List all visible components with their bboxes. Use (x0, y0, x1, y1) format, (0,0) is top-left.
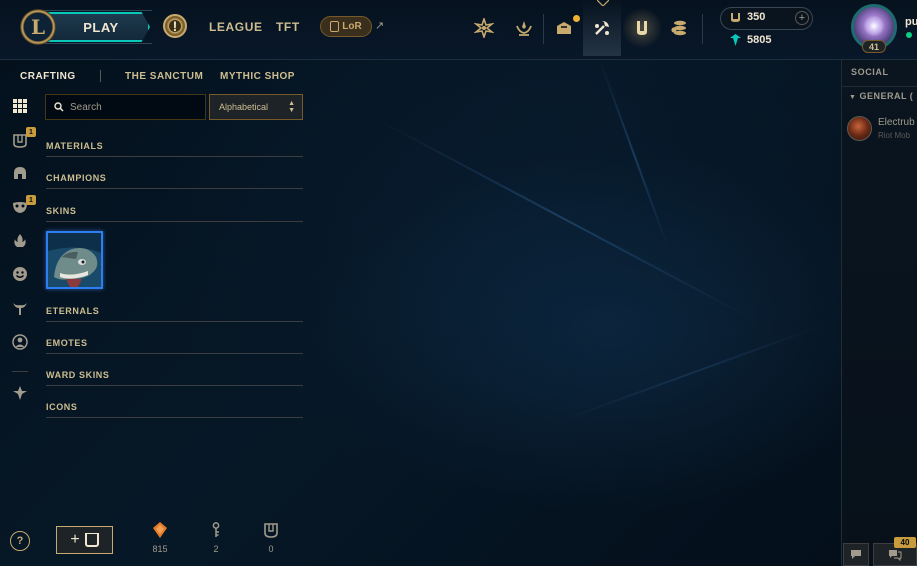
category-emotes[interactable]: EMOTES (46, 338, 303, 354)
key-icon (212, 522, 220, 537)
sort-dropdown-value: Alphabetical (219, 102, 269, 112)
social-title: SOCIAL (851, 67, 889, 77)
search-field[interactable] (45, 94, 206, 120)
external-link-icon: ↗ (375, 20, 385, 32)
riot-points-icon (730, 34, 741, 46)
nav-divider (543, 14, 544, 44)
friend-status: Riot Mob (878, 131, 911, 140)
light-streak (379, 120, 752, 320)
chevron-down-icon: ▼ (849, 94, 857, 101)
category-champions[interactable]: CHAMPIONS (46, 173, 303, 189)
orange-essence-icon (153, 522, 167, 538)
flame-icon[interactable] (10, 231, 30, 251)
light-streak (559, 324, 824, 422)
active-tab-caret-icon (597, 0, 609, 6)
conversations-icon (889, 549, 902, 561)
chat-count-badge: 40 (894, 537, 916, 548)
chevron-updown-icon: ▲ ▼ (288, 100, 295, 114)
category-materials[interactable]: MATERIALS (46, 141, 303, 157)
category-eternals[interactable]: ETERNALS (46, 306, 303, 322)
riot-points-amount: 5805 (747, 34, 772, 46)
category-ward-skins[interactable]: WARD SKINS (46, 370, 303, 386)
emote-icon[interactable] (10, 264, 30, 284)
search-icon (54, 102, 64, 112)
collection-icon[interactable] (545, 0, 583, 56)
help-button[interactable]: ? (10, 531, 30, 551)
level-badge: 41 (862, 40, 886, 53)
league-logo-icon[interactable]: L (20, 9, 56, 45)
orange-essence-counter: 815 (145, 522, 175, 554)
tab-mythic-shop[interactable]: MYTHIC SHOP (220, 71, 295, 82)
add-chest-button[interactable]: + (56, 526, 113, 554)
online-status-dot (906, 32, 912, 38)
grid-icon[interactable] (10, 96, 30, 116)
friend-group-label: GENERAL ( (859, 91, 914, 101)
chest-badge: 1 (26, 127, 36, 137)
light-streak (599, 60, 670, 250)
category-icons[interactable]: ICONS (46, 402, 303, 418)
subnav-divider (100, 70, 101, 82)
background (0, 0, 917, 566)
lor-icon (330, 21, 340, 32)
clash-icon[interactable] (623, 0, 661, 56)
username: pu (905, 16, 917, 28)
social-divider (841, 86, 917, 87)
category-skins[interactable]: SKINS (46, 206, 303, 222)
chest-icon (264, 523, 278, 538)
chest-amount: 0 (268, 544, 274, 554)
blue-essence-amount: 350 (747, 11, 766, 23)
skin-artwork-icon (48, 233, 101, 287)
chest-icon (84, 533, 99, 547)
key-amount: 2 (213, 544, 219, 554)
loot-icon[interactable] (583, 0, 621, 56)
store-icon[interactable] (661, 0, 699, 56)
plus-icon: + (70, 531, 80, 548)
lor-label: LoR (342, 21, 362, 32)
avatar-emblem (864, 15, 884, 37)
ward-icon[interactable] (10, 298, 30, 318)
chat-button[interactable] (843, 543, 869, 566)
friend-avatar[interactable] (847, 116, 872, 141)
alert-icon[interactable]: ! (163, 14, 187, 38)
rail-divider (12, 371, 28, 372)
collection-notification-dot (573, 15, 580, 22)
tft-link[interactable]: TFT (276, 20, 300, 34)
search-input[interactable] (70, 101, 190, 113)
league-link[interactable]: LEAGUE (209, 20, 263, 34)
mask-badge: 1 (26, 195, 36, 205)
profile-icon[interactable] (505, 0, 543, 56)
tft-icon[interactable] (10, 383, 30, 403)
tab-crafting[interactable]: CRAFTING (20, 71, 76, 82)
skin-shard-tile[interactable] (46, 231, 103, 289)
helmet-icon[interactable] (10, 163, 30, 183)
play-button-label: PLAY (83, 19, 119, 35)
riot-points-display: 5805 (730, 34, 771, 46)
blue-essence-display: 350 (730, 11, 765, 23)
chat-bubble-icon (851, 550, 861, 559)
friend-name[interactable]: Electrub (878, 117, 915, 128)
sort-dropdown[interactable]: Alphabetical ▲ ▼ (209, 94, 303, 120)
friend-group-general[interactable]: ▼ GENERAL ( (849, 91, 913, 101)
play-button[interactable]: PLAY (44, 12, 150, 42)
lor-button[interactable]: LoR (320, 16, 372, 37)
blue-essence-icon (731, 13, 740, 22)
orange-essence-amount: 815 (152, 544, 168, 554)
nav-divider (702, 14, 703, 44)
home-icon[interactable] (465, 0, 503, 56)
buy-currency-button[interactable]: + (795, 11, 809, 25)
chest-counter: 0 (256, 522, 286, 554)
key-counter: 2 (201, 522, 231, 554)
tab-the-sanctum[interactable]: THE SANCTUM (125, 71, 203, 82)
profile-icon[interactable] (10, 332, 30, 352)
